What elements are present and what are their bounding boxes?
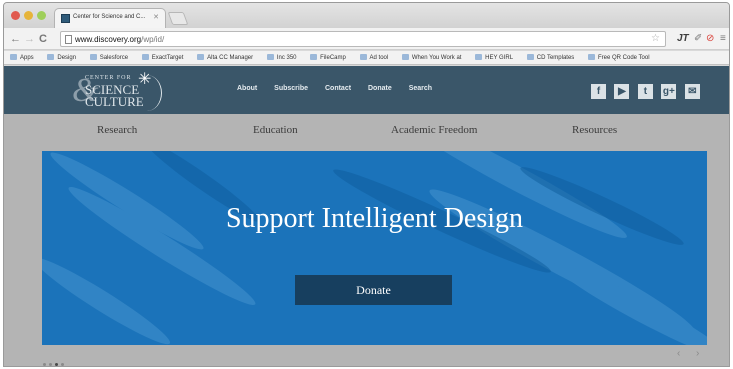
close-window-button[interactable] (11, 11, 20, 20)
page-icon (526, 54, 534, 60)
url-path: /wp/id/ (141, 35, 165, 44)
forward-button[interactable]: → (24, 32, 35, 46)
carousel-dot[interactable] (49, 363, 52, 366)
new-tab-button[interactable] (167, 12, 189, 25)
nav-link-about[interactable]: About (237, 85, 257, 92)
menu-icon[interactable]: ≡ (720, 32, 726, 46)
bookmark-item[interactable]: Alta CC Manager (197, 54, 253, 61)
page-icon (359, 54, 367, 60)
tab-bar: Center for Science and C... ✕ (4, 3, 729, 28)
carousel-next-icon[interactable]: › (696, 348, 699, 359)
carousel-prev-icon[interactable]: ‹ (677, 348, 680, 359)
extension-red-icon[interactable]: ⊘ (706, 32, 714, 46)
folder-icon (310, 54, 318, 60)
apps-icon (10, 54, 17, 60)
page-icon (65, 35, 72, 44)
bookmark-item[interactable]: Design (47, 54, 76, 61)
reload-button[interactable]: C (39, 32, 47, 46)
nav-link-contact[interactable]: Contact (325, 85, 351, 92)
extension-jt-icon[interactable]: JT (677, 32, 689, 46)
bookmark-item[interactable]: Inc 350 (266, 54, 297, 61)
site-header: & CENTER FOR SCIENCE CULTURE ✳ About Sub… (4, 66, 729, 114)
extension-icon[interactable]: ✐ (694, 32, 702, 46)
address-bar[interactable]: www.discovery.org/wp/id/ ☆ (60, 31, 666, 47)
social-icons: f ▶ t g+ ✉ (591, 81, 704, 99)
back-button[interactable]: ← (10, 32, 21, 46)
nav-research[interactable]: Research (97, 124, 137, 136)
bookmark-item[interactable]: Free QR Code Tool (587, 54, 650, 61)
facebook-icon[interactable]: f (591, 84, 606, 99)
bookmark-item[interactable]: Salesforce (89, 54, 128, 61)
bookmark-item[interactable]: CD Templates (526, 54, 574, 61)
carousel-dots (43, 353, 67, 366)
bookmark-item[interactable]: FileCamp (310, 54, 346, 61)
tab-title: Center for Science and C... (73, 14, 146, 20)
bookmark-star-icon[interactable]: ☆ (651, 33, 660, 44)
bookmarks-bar: Apps Design Salesforce ExactTarget Alta … (4, 51, 729, 65)
bookmark-item[interactable]: Apps (10, 54, 34, 61)
heart-icon (401, 54, 409, 60)
browser-window: Center for Science and C... ✕ ← → C www.… (3, 2, 730, 367)
zoom-window-button[interactable] (37, 11, 46, 20)
browser-tab[interactable]: Center for Science and C... ✕ (54, 8, 166, 28)
nav-link-donate[interactable]: Donate (368, 85, 392, 92)
page-icon (475, 54, 483, 60)
hero-title: Support Intelligent Design (225, 203, 524, 234)
page-icon (587, 54, 595, 60)
youtube-icon[interactable]: ▶ (614, 84, 630, 99)
bookmark-item[interactable]: When You Work at (401, 54, 461, 61)
bookmark-item[interactable]: HEY GIRL (475, 54, 513, 61)
favicon-icon (61, 14, 70, 23)
email-icon[interactable]: ✉ (684, 84, 700, 99)
page-icon (141, 54, 149, 60)
folder-icon (89, 54, 97, 60)
carousel-dot[interactable] (43, 363, 46, 366)
logo-line1: CENTER FOR (85, 75, 132, 81)
web-page: & CENTER FOR SCIENCE CULTURE ✳ About Sub… (4, 66, 729, 366)
google-plus-icon[interactable]: g+ (661, 84, 677, 99)
nav-link-search[interactable]: Search (409, 85, 432, 92)
starburst-icon: ✳ (138, 71, 152, 88)
page-icon (266, 54, 274, 60)
carousel-dot[interactable] (61, 363, 64, 366)
minimize-window-button[interactable] (24, 11, 33, 20)
nav-academic-freedom[interactable]: Academic Freedom (391, 124, 477, 136)
donate-button[interactable]: Donate (295, 275, 452, 305)
carousel-dot-active[interactable] (55, 363, 58, 366)
bookmark-item[interactable]: Ad tool (359, 54, 388, 61)
bookmark-item[interactable]: ExactTarget (141, 54, 183, 61)
site-logo[interactable]: & CENTER FOR SCIENCE CULTURE ✳ (72, 69, 162, 111)
top-nav: About Subscribe Contact Donate Search (237, 85, 447, 92)
nav-education[interactable]: Education (253, 124, 298, 136)
nav-resources[interactable]: Resources (572, 124, 617, 136)
nav-link-subscribe[interactable]: Subscribe (274, 85, 308, 92)
dna-helix-image (42, 151, 707, 345)
main-nav: Research Education Academic Freedom Reso… (4, 124, 729, 142)
folder-icon (47, 54, 55, 60)
url-host: www.discovery.org (75, 35, 142, 44)
page-icon (197, 54, 205, 60)
twitter-icon[interactable]: t (637, 84, 653, 99)
hero-banner: Support Intelligent Design Donate (42, 151, 707, 345)
browser-toolbar: ← → C www.discovery.org/wp/id/ ☆ JT ✐ ⊘ … (4, 28, 729, 50)
close-tab-icon[interactable]: ✕ (153, 13, 159, 21)
